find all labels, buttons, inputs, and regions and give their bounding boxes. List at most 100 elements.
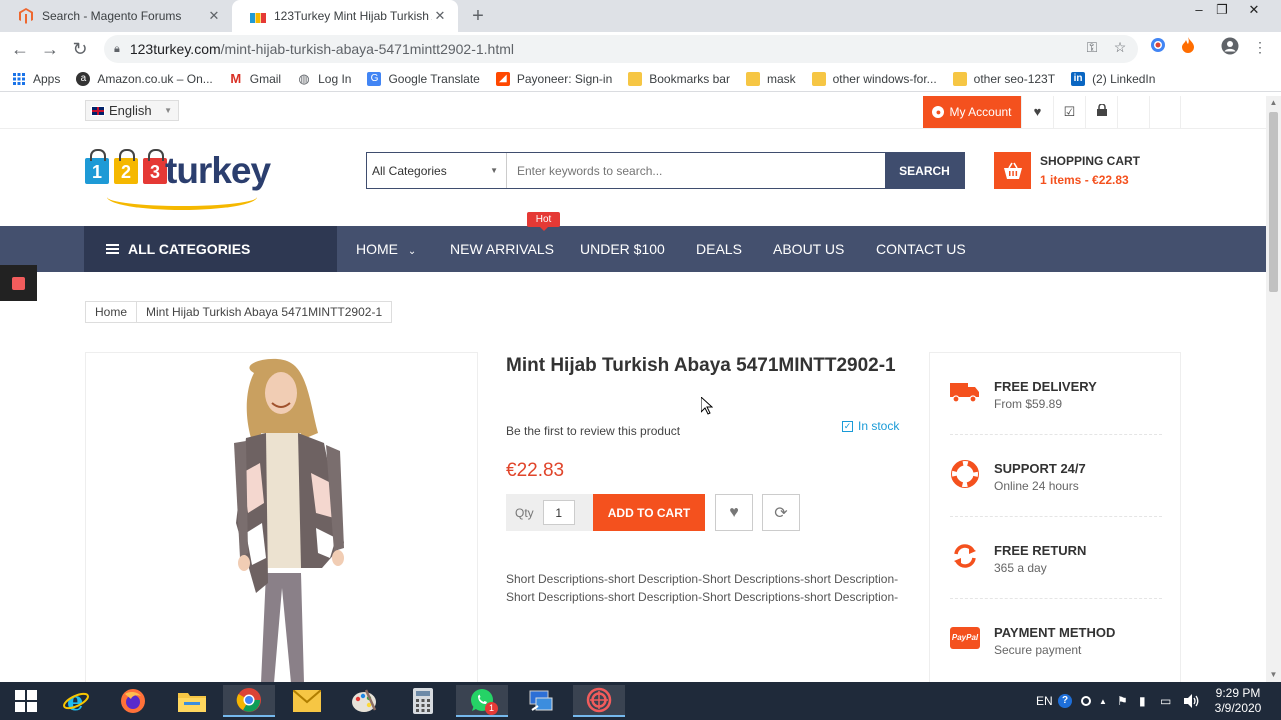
firefox-icon[interactable] <box>107 685 159 717</box>
windows-start-icon[interactable] <box>0 685 52 717</box>
browser-tab-bar: Search - Magento Forums ✕ 123Turkey Mint… <box>0 0 1281 32</box>
scroll-up-arrow-icon[interactable]: ▲ <box>1269 98 1278 107</box>
my-account-button[interactable]: ● My Account <box>923 96 1021 128</box>
input-method-icon[interactable] <box>1081 682 1091 720</box>
search-button[interactable]: SEARCH <box>885 153 964 188</box>
bookmark-apps[interactable]: Apps <box>12 72 60 86</box>
language-label: English <box>109 103 152 118</box>
review-link[interactable]: Be the first to review this product <box>506 424 680 438</box>
nav-label: HOME <box>356 241 398 257</box>
bookmark-mask-folder[interactable]: mask <box>745 71 796 86</box>
volume-speaker-icon[interactable] <box>1184 682 1200 720</box>
input-language-indicator[interactable]: EN <box>1036 682 1053 720</box>
nav-contact-us[interactable]: CONTACT US <box>876 226 966 272</box>
search-input[interactable] <box>507 153 885 188</box>
chrome-taskbar-icon[interactable] <box>223 685 275 717</box>
bookmark-label: Google Translate <box>388 71 480 86</box>
bookmark-linkedin[interactable]: in (2) LinkedIn <box>1071 71 1156 86</box>
bookmark-label: (2) LinkedIn <box>1092 71 1156 86</box>
battery-icon[interactable]: ▮ <box>1139 682 1146 720</box>
mail-envelope-icon[interactable] <box>281 685 333 717</box>
shopping-cart-summary[interactable]: 1 items - €22.83 <box>1040 173 1129 187</box>
lock-icon: 🔒︎ <box>114 42 120 55</box>
chrome-extension-icon[interactable] <box>1148 37 1168 57</box>
system-clock[interactable]: 9:29 PM 3/9/2020 <box>1208 686 1268 716</box>
breadcrumb: Home Mint Hijab Turkish Abaya 5471MINTT2… <box>85 301 393 323</box>
empty-toplink[interactable] <box>1117 96 1149 128</box>
remote-desktop-icon[interactable] <box>515 685 567 717</box>
address-bar[interactable]: 🔒︎ 123turkey.com/mint-hijab-turkish-abay… <box>104 35 1138 63</box>
add-to-wishlist-button[interactable]: ♥ <box>715 494 753 531</box>
close-tab-icon[interactable]: ✕ <box>432 8 448 24</box>
page-scrollbar[interactable]: ▲ ▼ <box>1266 96 1281 682</box>
bookmark-other-seo-folder[interactable]: other seo-123T <box>952 71 1055 86</box>
bookmark-bookmarks-bar-folder[interactable]: Bookmarks bar <box>628 71 730 86</box>
add-to-cart-button[interactable]: ADD TO CART <box>593 494 705 531</box>
restore-window-icon[interactable]: ❐ <box>1208 0 1236 30</box>
search-category-select[interactable]: All Categories ▼ <box>367 153 507 188</box>
feature-title: SUPPORT 24/7 <box>994 461 1086 476</box>
shopping-cart-icon[interactable] <box>994 152 1031 189</box>
profile-avatar-icon[interactable] <box>1220 37 1240 57</box>
nav-about-us[interactable]: ABOUT US <box>773 226 844 272</box>
key-icon[interactable]: ⚿ <box>1082 37 1102 57</box>
nav-home[interactable]: HOME ⌄ <box>356 226 416 272</box>
screen-recorder-icon[interactable] <box>573 685 625 717</box>
product-price: €22.83 <box>506 460 565 481</box>
fire-extension-icon[interactable] <box>1178 37 1198 57</box>
bookmark-login[interactable]: ◍ Log In <box>297 71 351 86</box>
breadcrumb-current: Mint Hijab Turkish Abaya 5471MINTT2902-1 <box>137 301 393 323</box>
network-icon[interactable]: ▭ <box>1160 682 1171 720</box>
checkout-check-icon[interactable]: ☑ <box>1053 96 1085 128</box>
features-box: FREE DELIVERY From $59.89 SUPPORT 24/7 O… <box>929 352 1181 682</box>
scroll-down-arrow-icon[interactable]: ▼ <box>1269 670 1278 679</box>
wishlist-heart-icon[interactable]: ♥ <box>1021 96 1053 128</box>
bookmark-amazon[interactable]: a Amazon.co.uk – On... <box>76 71 213 86</box>
side-widget-button[interactable] <box>0 265 37 301</box>
scroll-thumb[interactable] <box>1269 112 1278 292</box>
hot-badge: Hot <box>527 212 560 231</box>
bookmark-other-windows-folder[interactable]: other windows-for... <box>811 71 937 86</box>
chrome-menu-icon[interactable]: ⋮ <box>1250 37 1270 57</box>
tab-magento-forums[interactable]: Search - Magento Forums ✕ <box>0 0 232 32</box>
bookmark-gmail[interactable]: M Gmail <box>229 71 281 86</box>
show-hidden-icons-icon[interactable]: ▲ <box>1099 682 1107 720</box>
nav-deals[interactable]: DEALS <box>696 226 742 272</box>
paint-icon[interactable] <box>338 685 390 717</box>
feature-support: SUPPORT 24/7 Online 24 hours <box>950 435 1162 517</box>
close-window-icon[interactable]: ✕ <box>1240 0 1268 30</box>
language-selector[interactable]: English ▼ <box>85 100 179 121</box>
product-image[interactable] <box>85 352 478 682</box>
tab-123turkey-product[interactable]: 123Turkey Mint Hijab Turkish Ab ✕ <box>232 0 458 32</box>
url-path: /mint-hijab-turkish-abaya-5471mintt2902-… <box>220 41 514 57</box>
new-tab-plus-icon[interactable]: + <box>468 5 488 27</box>
site-logo[interactable]: 1 2 3 turkey <box>85 148 285 212</box>
help-icon[interactable]: ? <box>1058 682 1072 720</box>
action-flag-icon[interactable]: ⚑ <box>1117 682 1128 720</box>
close-tab-icon[interactable]: ✕ <box>206 8 222 24</box>
feature-free-delivery: FREE DELIVERY From $59.89 <box>950 353 1162 435</box>
shopping-cart-title[interactable]: SHOPPING CART <box>1040 154 1140 168</box>
nav-new-arrivals[interactable]: NEW ARRIVALS <box>450 226 554 272</box>
all-categories-menu[interactable]: ALL CATEGORIES <box>84 226 337 272</box>
calculator-icon[interactable] <box>397 685 449 717</box>
whatsapp-icon[interactable]: 1 <box>456 685 508 717</box>
nav-under-100[interactable]: UNDER $100 <box>580 226 665 272</box>
back-arrow-icon[interactable]: ← <box>9 38 31 60</box>
empty-toplink[interactable] <box>1149 96 1181 128</box>
forward-arrow-icon[interactable]: → <box>39 38 61 60</box>
internet-explorer-icon[interactable]: e <box>50 685 102 717</box>
login-lock-icon[interactable] <box>1085 96 1117 128</box>
apps-grid-icon <box>12 72 26 86</box>
feature-subtitle: From $59.89 <box>994 397 1063 411</box>
quantity-input[interactable] <box>542 500 575 525</box>
reload-icon[interactable]: ↻ <box>69 38 91 60</box>
file-explorer-icon[interactable] <box>166 685 218 717</box>
bookmark-payoneer[interactable]: ◢ Payoneer: Sign-in <box>495 71 612 86</box>
bookmark-google-translate[interactable]: G Google Translate <box>367 71 480 86</box>
whatsapp-unread-badge: 1 <box>485 702 498 715</box>
add-to-compare-button[interactable]: ⟳ <box>762 494 800 531</box>
breadcrumb-home[interactable]: Home <box>85 301 138 323</box>
bookmark-star-icon[interactable]: ☆ <box>1110 37 1130 57</box>
clock-time: 9:29 PM <box>1215 686 1261 700</box>
